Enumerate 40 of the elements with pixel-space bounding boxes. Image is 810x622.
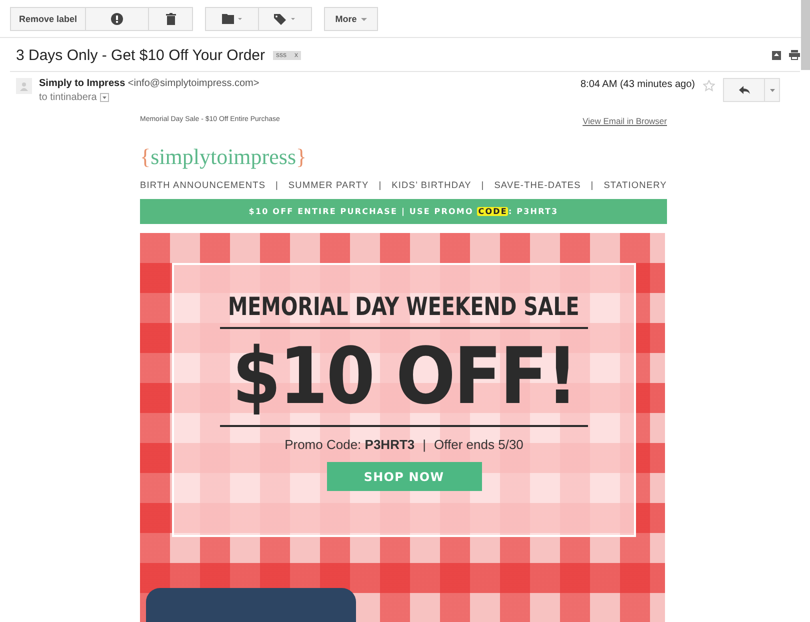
folder-button[interactable] [205,7,260,31]
email-subject: 3 Days Only - Get $10 Off Your Order [16,46,266,64]
tag-button[interactable] [258,7,312,31]
more-button[interactable]: More [324,7,378,31]
nav-link[interactable]: KIDS’ BIRTHDAY [392,180,472,190]
remove-label-button[interactable]: Remove label [10,7,86,31]
recipient-text: to tintinabera [39,92,97,103]
separator-text: | [422,437,426,452]
folder-icon [222,14,242,24]
print-icon[interactable] [789,50,800,60]
sender-email: <info@simplytoimpress.com> [128,78,260,89]
reply-arrow-icon [738,86,750,94]
nav-separator: | [481,180,484,190]
star-icon[interactable] [703,80,715,92]
details-dropdown-icon[interactable] [100,93,109,102]
new-window-icon[interactable] [772,50,781,60]
nav-separator: | [590,180,594,190]
discount-text: $10 OFF! [232,331,576,424]
message-time: 8:04 AM (43 minutes ago) [580,78,695,90]
scrollbar-thumb[interactable] [801,0,810,70]
caret-icon [770,88,774,92]
view-in-browser-link[interactable]: View Email in Browser [582,116,667,126]
nav-link[interactable]: SUMMER PARTY [288,180,369,190]
caret-icon [360,18,367,20]
warning-icon [111,13,124,25]
tag-icon [274,14,296,24]
nav-separator: | [276,180,278,190]
report-button[interactable] [85,7,150,31]
sale-heading: MEMORIAL DAY WEEKEND SALE [228,292,580,321]
nav-link[interactable]: BIRTH ANNOUNCEMENTS [140,180,266,190]
nav-link[interactable]: STATIONERY [604,180,667,190]
nav-separator: | [378,180,382,190]
nav-link[interactable]: SAVE-THE-DATES [494,180,581,190]
offer-end-text: Offer ends 5/30 [434,437,524,452]
trash-icon [166,13,176,25]
promo-code-text: Promo Code: P3HRT3 [284,437,415,452]
delete-button[interactable] [148,7,194,31]
sender-avatar [16,78,32,94]
sender-name: Simply to Impress [39,78,126,89]
promo-bar-text: $10 OFF ENTIRE PURCHASE | USE PROMO CODE: P3HRT3 [248,207,558,216]
